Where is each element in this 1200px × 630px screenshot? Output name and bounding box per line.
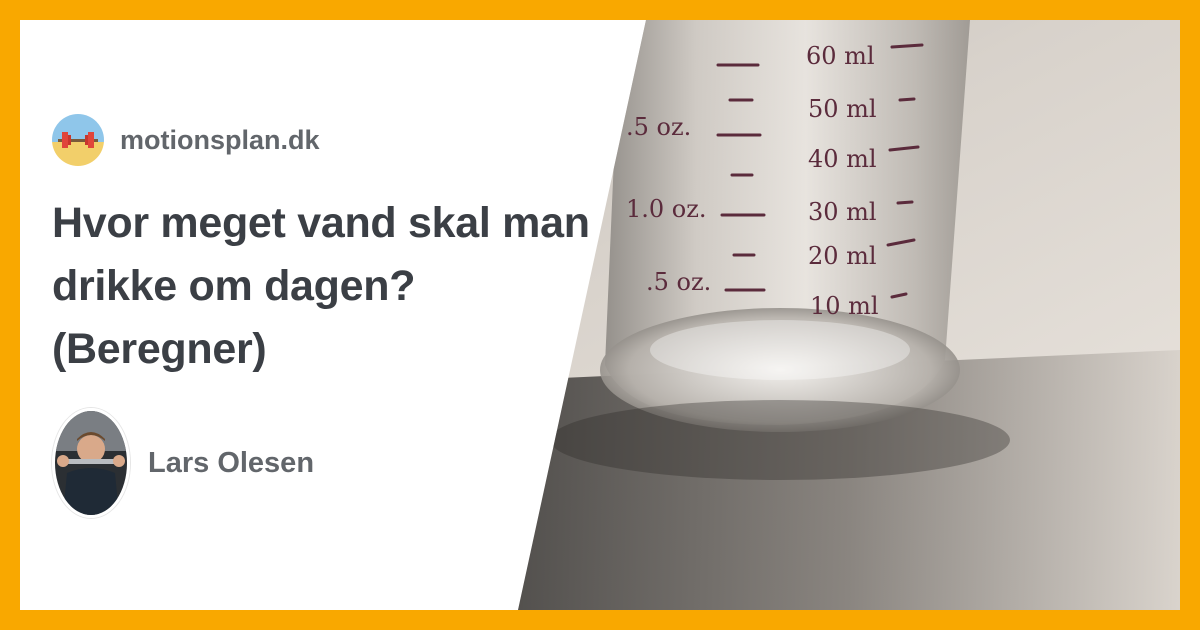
author-name: Lars Olesen	[148, 446, 315, 479]
site-brand[interactable]: motionsplan.dk	[52, 114, 320, 166]
scale-label: 20 ml	[808, 242, 877, 270]
scale-label: 10 ml	[810, 292, 879, 320]
avatar	[52, 408, 130, 518]
scale-label: .5 oz.	[646, 268, 711, 296]
author-byline[interactable]: Lars Olesen	[52, 408, 314, 518]
article-title[interactable]: Hvor meget vand skal man drikke om dagen…	[52, 192, 592, 381]
site-name: motionsplan.dk	[120, 124, 320, 155]
scale-label: 50 ml	[808, 95, 877, 123]
scale-label: 40 ml	[808, 145, 877, 173]
scale-label: 1.0 oz.	[626, 195, 707, 223]
scale-label: .5 oz.	[626, 113, 691, 141]
social-card: 60 ml 50 ml 40 ml 30 ml 20 ml 10 ml .5 o…	[20, 20, 1180, 610]
scale-label: 60 ml	[806, 42, 875, 70]
barbell-icon	[52, 114, 104, 166]
scale-label: 30 ml	[808, 198, 877, 226]
